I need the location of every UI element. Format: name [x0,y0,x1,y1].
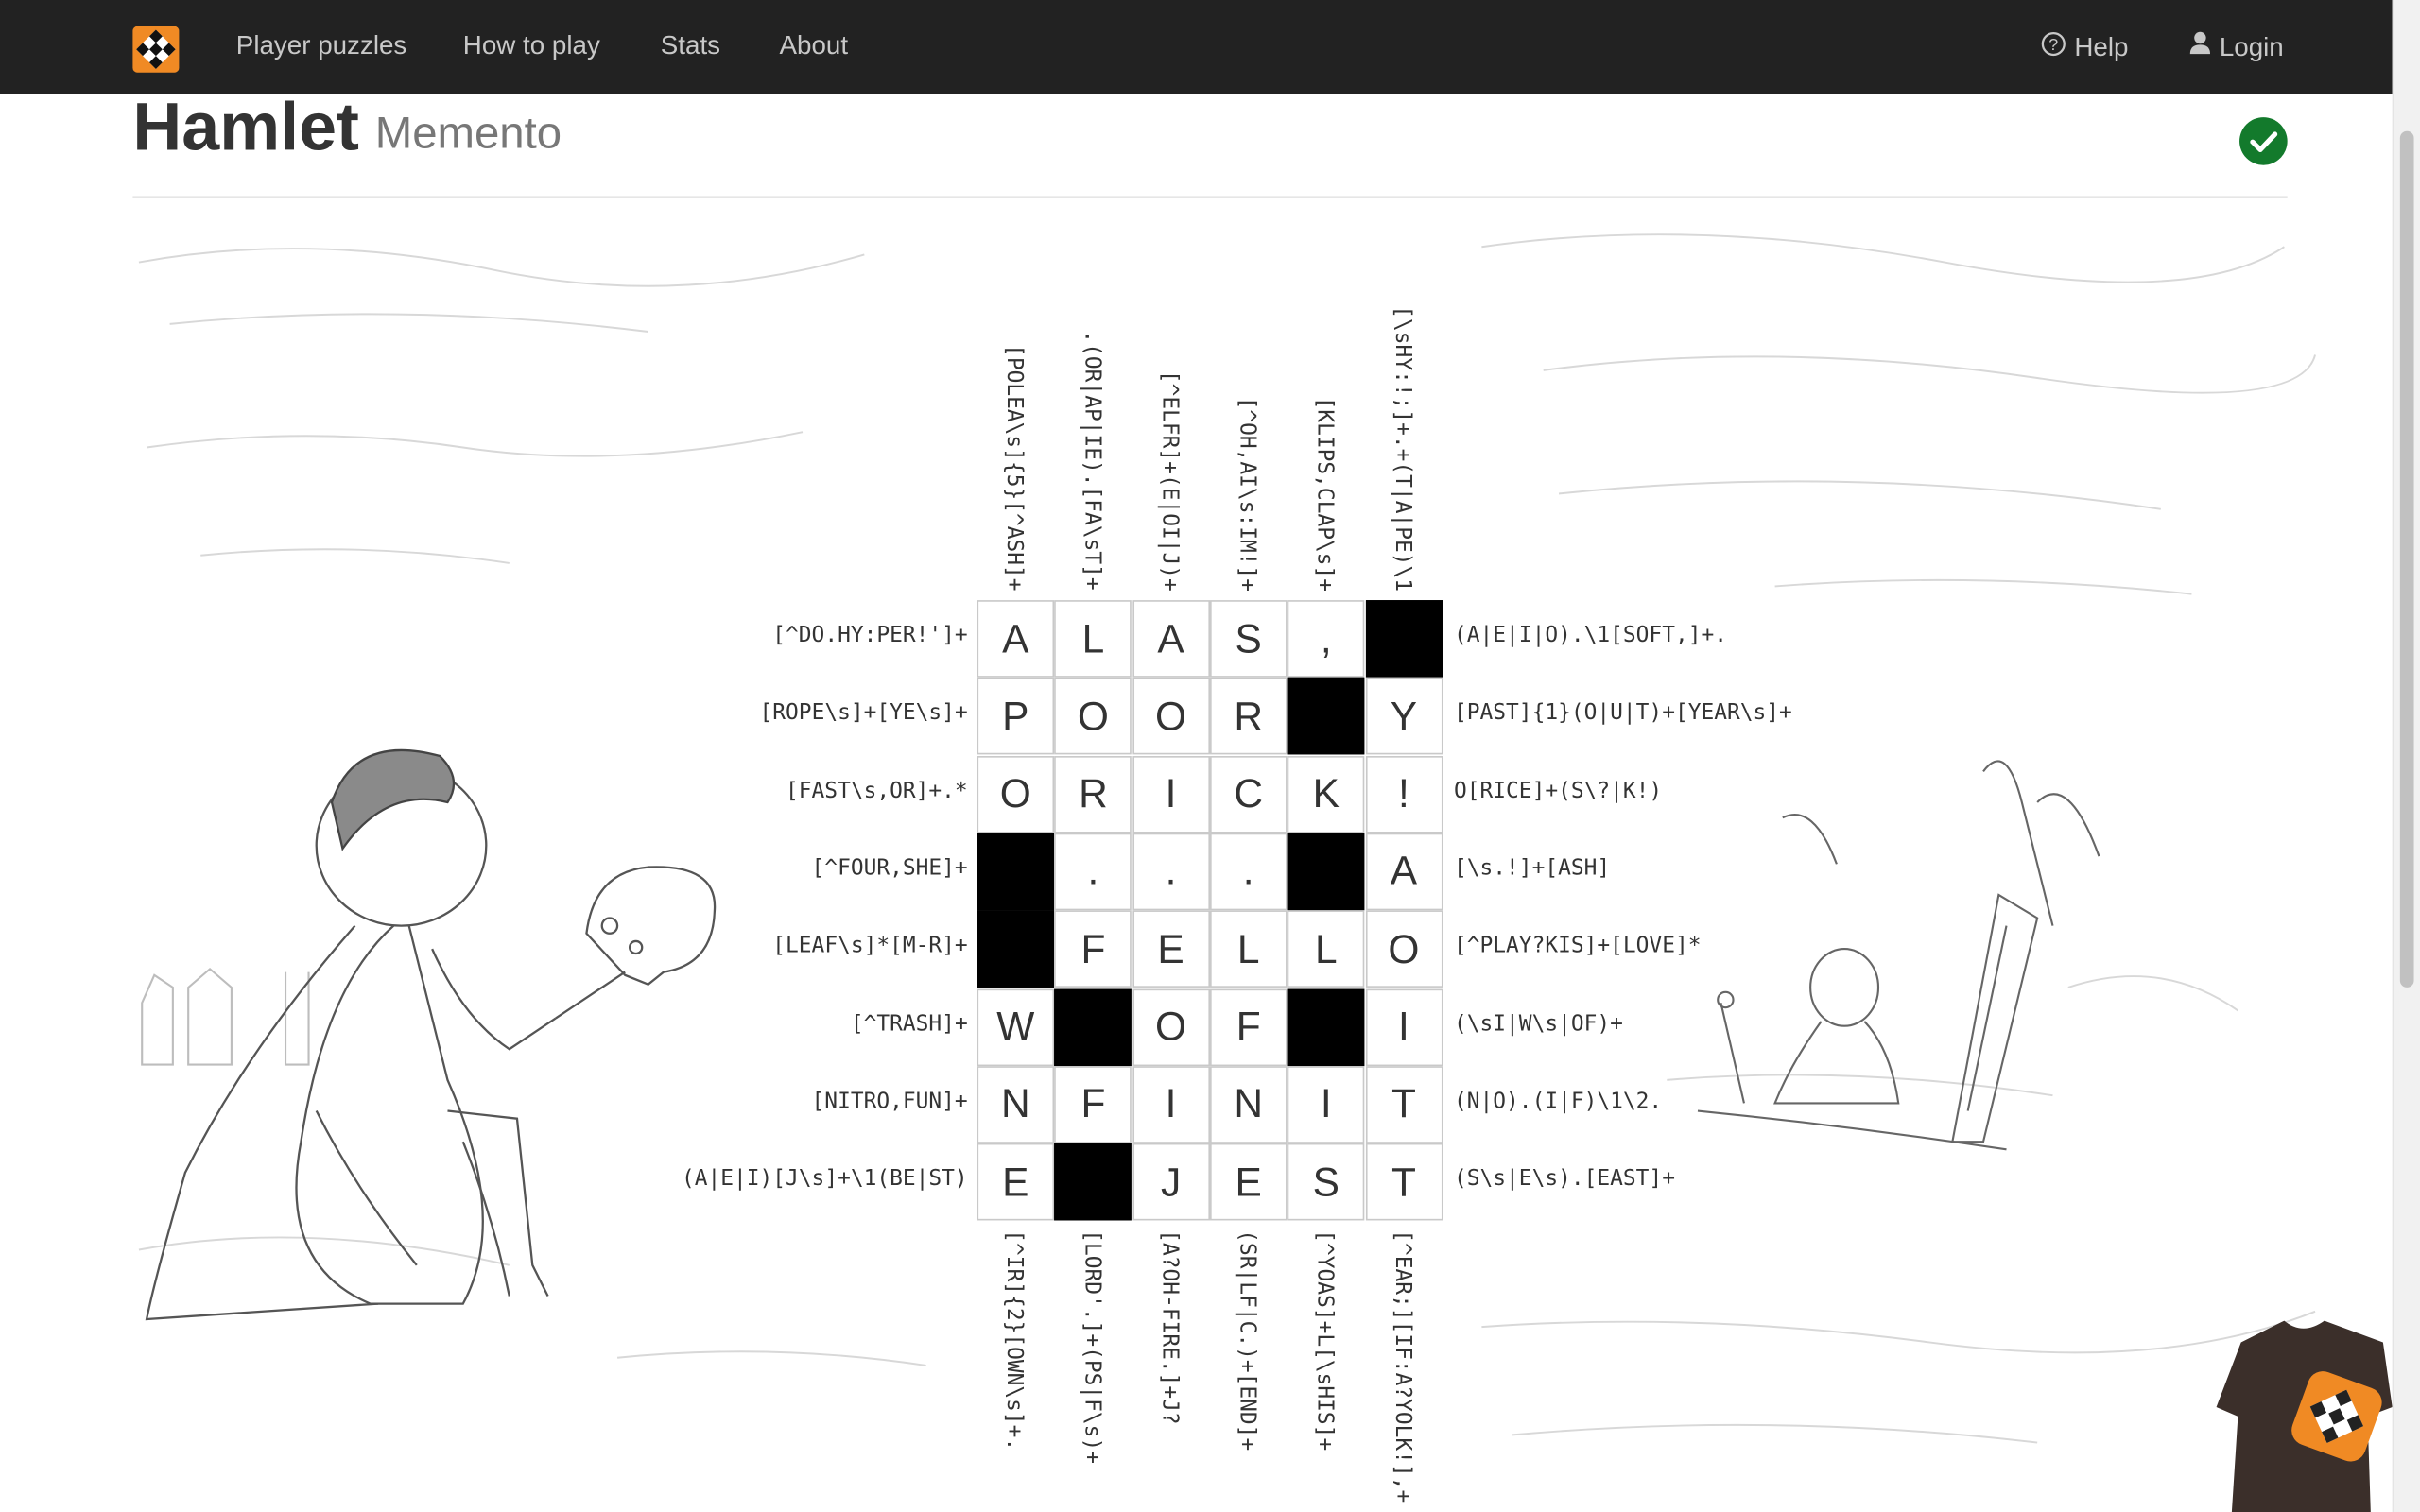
clue-right: (S\s|E\s).[EAST]+ [1454,1166,1675,1192]
grid-cell[interactable]: E [1132,910,1210,988]
grid-cell-blocked [977,910,1055,988]
grid-cell-blocked [1287,678,1365,755]
clue-bottom: [^IR]{2}[OWN\s]+. [1001,1229,1027,1452]
title-divider [132,196,2288,198]
grid-cell[interactable]: I [1365,988,1443,1066]
grid-cell[interactable]: O [977,755,1055,833]
clue-right: [^PLAY?KIS]+[LOVE]* [1454,934,1702,959]
clue-bottom: (SR|LF|C.)+[END]+ [1234,1229,1260,1452]
clue-bottom: [^EAR;][IF:A?YOLK!],+ [1390,1229,1415,1503]
grid-cell[interactable]: . [1209,833,1288,911]
grid-cell[interactable]: F [1209,988,1288,1066]
puzzle-subtitle: Memento [374,109,562,160]
grid-cell-blocked [1365,600,1443,678]
grid-cell[interactable]: O [1132,988,1210,1066]
clue-right: (A|E|I|O).\1[SOFT,]+. [1454,623,1728,648]
grid-cell[interactable]: E [1209,1143,1288,1221]
grid-cell[interactable]: N [1209,1065,1288,1143]
clue-left: [^TRASH]+ [850,1011,968,1037]
grid-cell-blocked [1054,1143,1132,1221]
grid-cell[interactable]: P [977,678,1055,755]
grid-cell[interactable]: J [1132,1143,1210,1221]
grid-cell[interactable]: O [1132,678,1210,755]
grid-cell[interactable]: L [1287,910,1365,988]
grid-cell[interactable]: , [1287,600,1365,678]
grid-cell-blocked [1287,988,1365,1066]
clue-right: (\sI|W\s|OF)+ [1454,1011,1623,1037]
grid-cell[interactable]: T [1365,1065,1443,1143]
grid-cell[interactable]: K [1287,755,1365,833]
clue-left: [NITRO,FUN]+ [811,1089,968,1114]
grid-cell[interactable]: I [1287,1065,1365,1143]
grid-cell[interactable]: S [1209,600,1288,678]
grid-cell[interactable]: N [977,1065,1055,1143]
clue-bottom: [LORD'.]+(PS|F\s)+ [1079,1229,1104,1464]
grid-cell[interactable]: C [1209,755,1288,833]
vertical-scrollbar[interactable] [2392,0,2420,1512]
grid-cell-blocked [977,833,1055,911]
grid-cell[interactable]: I [1132,755,1210,833]
clue-left: [^FOUR,SHE]+ [811,855,968,882]
clue-top: [\sHY:!;]+.+(T|A|PE)\1 [1390,304,1415,592]
grid-cell[interactable]: O [1054,678,1132,755]
grid-cell[interactable]: L [1209,910,1288,988]
grid-cell[interactable]: Y [1365,678,1443,755]
clue-left: [FAST\s,OR]+.* [786,778,968,803]
page-title: Hamlet [132,89,359,165]
scrollbar-thumb[interactable] [2399,130,2414,988]
grid-cell[interactable]: O [1365,910,1443,988]
grid-cell[interactable]: A [977,600,1055,678]
grid-cell[interactable]: I [1132,1065,1210,1143]
tshirt-promo-icon[interactable] [2210,1314,2393,1512]
grid-cell[interactable]: A [1132,600,1210,678]
grid-cell[interactable]: . [1054,833,1132,911]
grid-cell[interactable]: S [1287,1143,1365,1221]
clue-top: [POLEA\s]{5}[^ASH]+ [1001,343,1027,592]
clue-left: [^DO.HY:PER!']+ [772,623,968,648]
grid-cell[interactable]: L [1054,600,1132,678]
grid-cell[interactable]: E [977,1143,1055,1221]
clue-right: [\s.!]+[ASH] [1454,855,1611,882]
grid-cell[interactable]: R [1209,678,1288,755]
grid-cell[interactable]: T [1365,1143,1443,1221]
grid-cell[interactable]: A [1365,833,1443,911]
grid-cell[interactable]: W [977,988,1055,1066]
grid-cell-blocked [1287,833,1365,911]
clue-right: (N|O).(I|F)\1\2. [1454,1089,1663,1114]
clue-right: [PAST]{1}(O|U|T)+[YEAR\s]+ [1454,700,1792,726]
clue-top: [KLIPS,CLAP\s]+ [1312,395,1338,592]
clue-bottom: [^YOAS]+L[\sHIS]+ [1312,1229,1338,1452]
clue-left: [LEAF\s]*[M-R]+ [772,934,968,959]
checkmark-icon [2239,117,2288,165]
clue-top: [^OH,AI\s:IM!]+ [1234,395,1260,592]
clue-top: .(OR|AP|IE).[FA\sT]+ [1079,331,1104,592]
grid-cell[interactable]: F [1054,910,1132,988]
grid-cell[interactable]: ! [1365,755,1443,833]
clue-left: [ROPE\s]+[YE\s]+ [759,700,968,726]
clue-top: [^ELFR]+(E|OI|J)+ [1156,369,1182,592]
clue-left: (A|E|I)[J\s]+\1(BE|ST) [681,1166,968,1192]
clue-bottom: [A?OH-FIRE.]+J? [1156,1229,1182,1425]
grid-cell-blocked [1054,988,1132,1066]
grid-cell[interactable]: R [1054,755,1132,833]
clue-right: O[RICE]+(S\?|K!) [1454,778,1663,803]
grid-cell[interactable]: F [1054,1065,1132,1143]
grid-cell[interactable]: . [1132,833,1210,911]
